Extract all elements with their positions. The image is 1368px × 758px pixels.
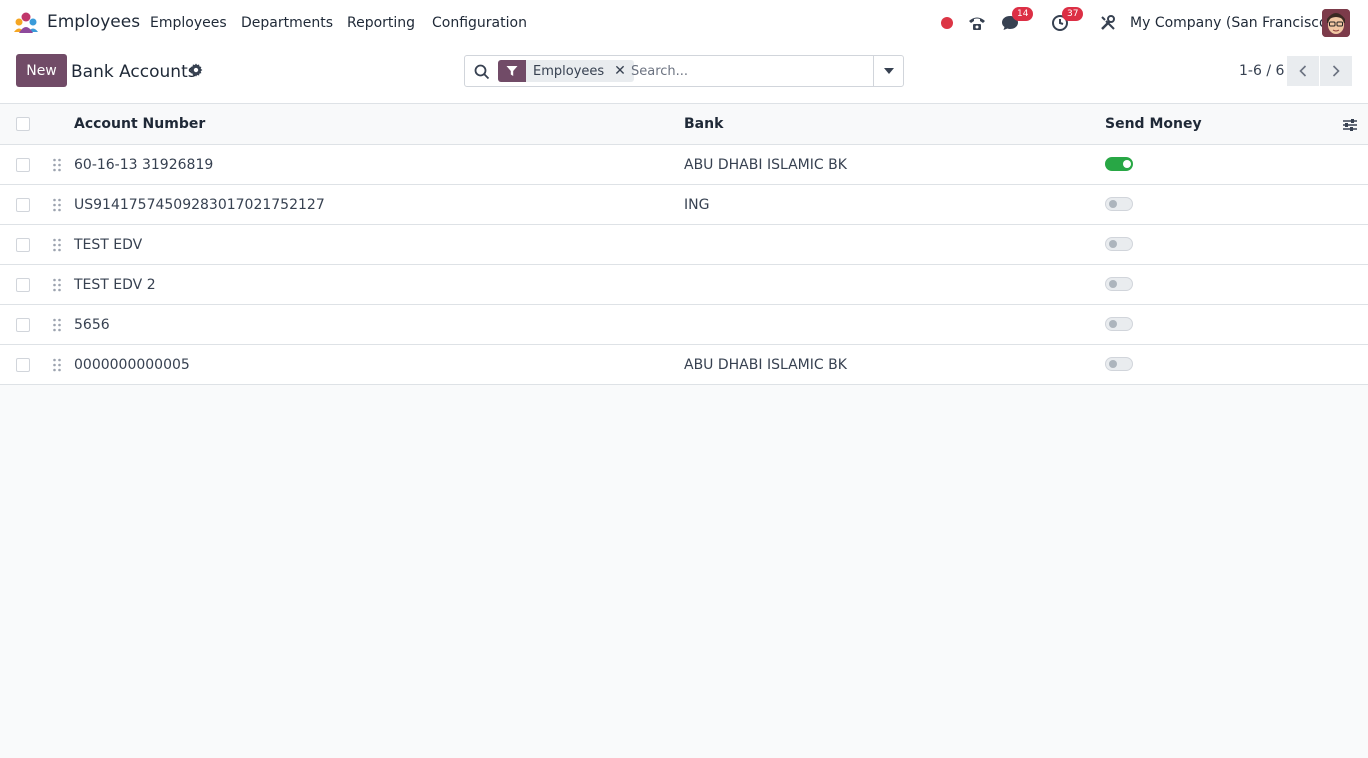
row-checkbox[interactable] — [16, 158, 30, 172]
drag-handle-icon[interactable] — [52, 318, 62, 332]
menu-configuration[interactable]: Configuration — [432, 15, 527, 31]
user-avatar[interactable] — [1322, 9, 1350, 37]
account-number-cell: 5656 — [74, 317, 110, 333]
activities-badge: 37 — [1062, 7, 1084, 21]
column-header-bank[interactable]: Bank — [684, 116, 723, 132]
send-money-toggle[interactable] — [1105, 237, 1133, 251]
bank-cell: ABU DHABI ISLAMIC BK — [684, 157, 847, 173]
row-checkbox[interactable] — [16, 198, 30, 212]
account-number-cell: US91417574509283017021752127 — [74, 197, 325, 213]
search-icon[interactable] — [474, 64, 490, 80]
bank-cell: ABU DHABI ISLAMIC BK — [684, 357, 847, 373]
table-row[interactable]: 0000000000005 ABU DHABI ISLAMIC BK — [0, 345, 1368, 385]
pager-value[interactable]: 1-6 / 6 — [1239, 63, 1284, 79]
send-money-toggle[interactable] — [1105, 197, 1133, 211]
top-navbar: Employees Employees Departments Reportin… — [0, 0, 1368, 46]
column-header-account-number[interactable]: Account Number — [74, 116, 205, 132]
row-checkbox[interactable] — [16, 358, 30, 372]
facet-label: Employees — [533, 63, 605, 79]
recording-dot-icon[interactable] — [939, 12, 955, 34]
account-number-cell: 0000000000005 — [74, 357, 190, 373]
toggle-knob — [1123, 160, 1131, 168]
account-number-cell: 60-16-13 31926819 — [74, 157, 214, 173]
select-all-checkbox[interactable] — [16, 117, 30, 131]
toggle-knob — [1109, 360, 1117, 368]
table-body: 60-16-13 31926819 ABU DHABI ISLAMIC BK US9… — [0, 145, 1368, 385]
tools-icon[interactable] — [1098, 12, 1118, 34]
toggle-knob — [1109, 240, 1117, 248]
send-money-toggle[interactable] — [1105, 157, 1133, 171]
menu-employees[interactable]: Employees — [150, 15, 227, 31]
pager-next-button[interactable] — [1320, 56, 1352, 86]
chat-icon[interactable]: 14 — [1000, 7, 1034, 34]
table-row[interactable]: US91417574509283017021752127 ING — [0, 185, 1368, 225]
send-money-toggle[interactable] — [1105, 357, 1133, 371]
table-row[interactable]: 60-16-13 31926819 ABU DHABI ISLAMIC BK — [0, 145, 1368, 185]
employees-app-icon[interactable] — [12, 12, 40, 34]
drag-handle-icon[interactable] — [52, 278, 62, 292]
search-options-toggle[interactable] — [873, 56, 903, 86]
drag-handle-icon[interactable] — [52, 158, 62, 172]
filter-facet: Employees ✕ — [498, 60, 634, 82]
account-number-cell: TEST EDV 2 — [74, 277, 156, 293]
pager-previous-button[interactable] — [1287, 56, 1319, 86]
new-button[interactable]: New — [16, 54, 67, 87]
app-name[interactable]: Employees — [47, 12, 140, 32]
column-header-send-money[interactable]: Send Money — [1105, 116, 1202, 132]
menu-reporting[interactable]: Reporting — [347, 15, 415, 31]
bank-accounts-list: Account Number Bank Send Money 60-16-13 … — [0, 104, 1368, 385]
chevron-left-icon — [1299, 65, 1307, 77]
sliders-icon[interactable] — [1342, 117, 1358, 133]
caret-down-icon — [883, 68, 894, 74]
control-panel: New Bank Accounts Employees ✕ 1-6 / 6 — [0, 46, 1368, 104]
company-switcher[interactable]: My Company (San Francisco) — [1130, 15, 1333, 31]
phone-icon[interactable] — [967, 12, 987, 34]
chevron-right-icon — [1332, 65, 1340, 77]
table-row[interactable]: TEST EDV — [0, 225, 1368, 265]
table-row[interactable]: TEST EDV 2 — [0, 265, 1368, 305]
row-checkbox[interactable] — [16, 278, 30, 292]
drag-handle-icon[interactable] — [52, 358, 62, 372]
toggle-knob — [1109, 200, 1117, 208]
search-input[interactable] — [631, 61, 871, 81]
send-money-toggle[interactable] — [1105, 277, 1133, 291]
gear-icon[interactable] — [189, 63, 203, 77]
clock-icon[interactable]: 37 — [1050, 7, 1084, 34]
account-number-cell: TEST EDV — [74, 237, 143, 253]
messages-badge: 14 — [1012, 7, 1034, 21]
send-money-toggle[interactable] — [1105, 317, 1133, 331]
row-checkbox[interactable] — [16, 238, 30, 252]
table-row[interactable]: 5656 — [0, 305, 1368, 345]
row-checkbox[interactable] — [16, 318, 30, 332]
filter-icon — [498, 60, 526, 82]
page-title: Bank Accounts — [71, 62, 197, 82]
toggle-knob — [1109, 320, 1117, 328]
menu-departments[interactable]: Departments — [241, 15, 333, 31]
toggle-knob — [1109, 280, 1117, 288]
table-header: Account Number Bank Send Money — [0, 104, 1368, 145]
drag-handle-icon[interactable] — [52, 198, 62, 212]
drag-handle-icon[interactable] — [52, 238, 62, 252]
search-bar: Employees ✕ — [464, 55, 904, 87]
bank-cell: ING — [684, 197, 710, 213]
